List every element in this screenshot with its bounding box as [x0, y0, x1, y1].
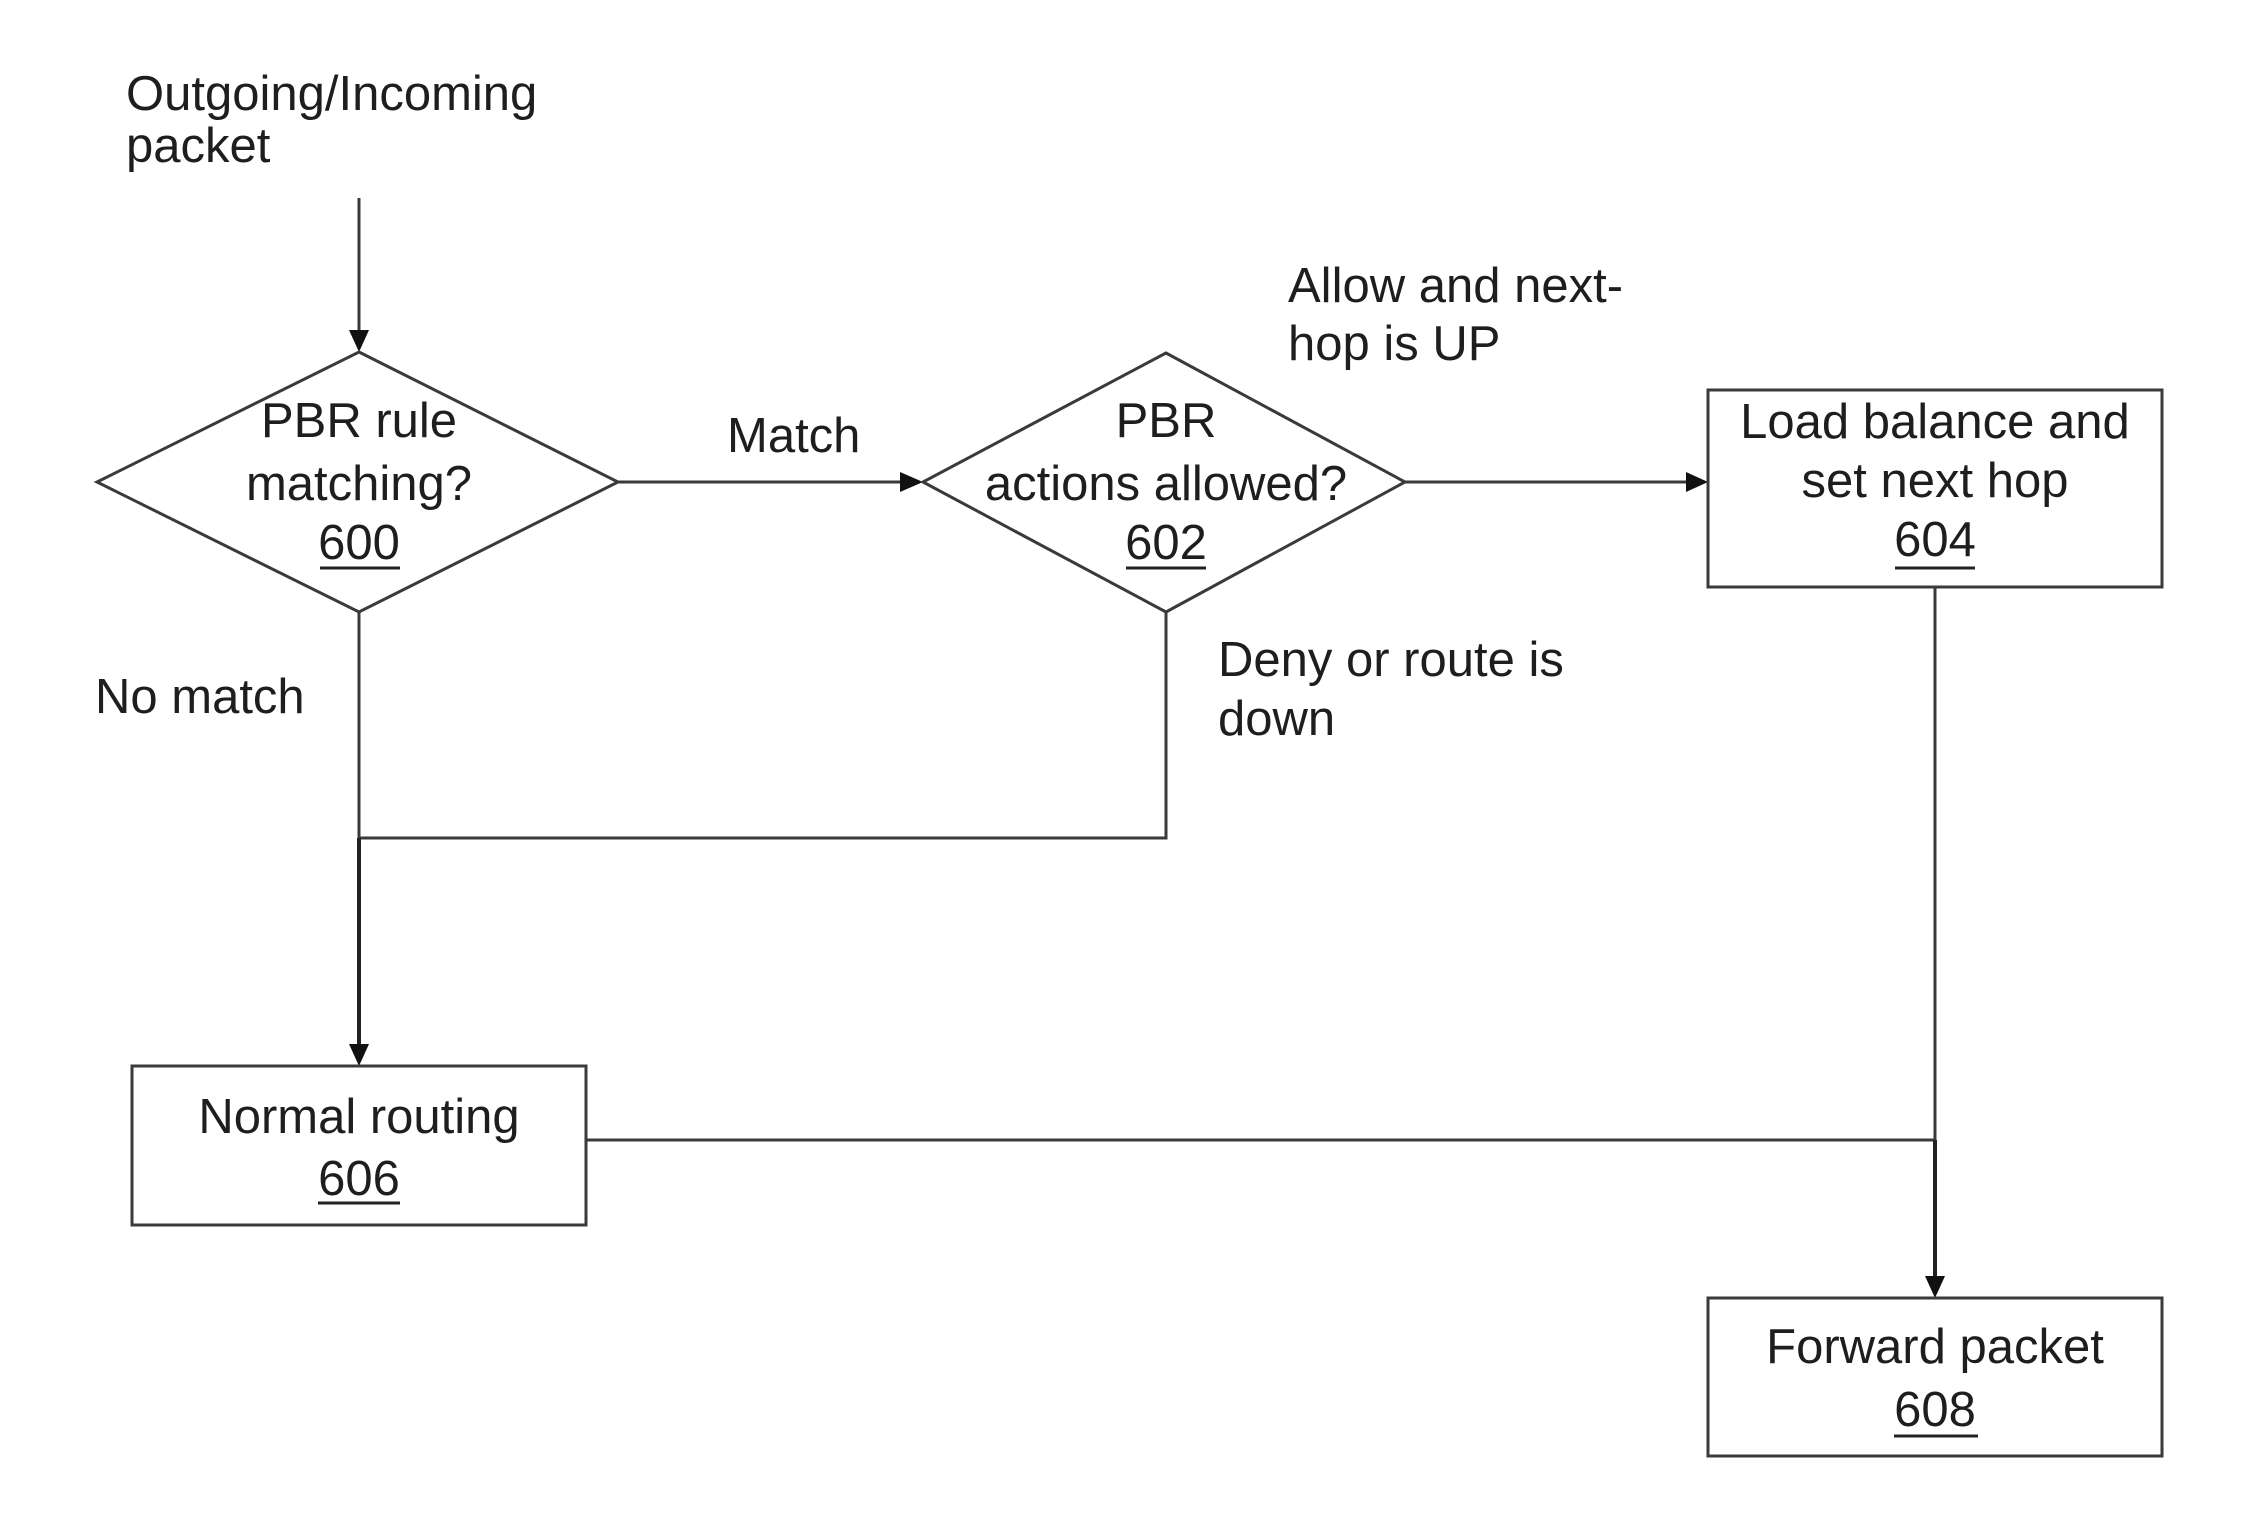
- node-ref-number: 600: [318, 516, 400, 570]
- arrowhead-right-icon: [900, 472, 923, 492]
- flowchart-canvas: Outgoing/Incoming packet PBR rule matchi…: [93, 67, 2164, 1458]
- node-ref-number: 604: [1894, 513, 1976, 567]
- edge-label-match: Match: [727, 409, 860, 463]
- node-label-line-1: PBR: [1116, 394, 1217, 448]
- node-label-line-1: Forward packet: [1766, 1320, 2104, 1374]
- edge-label-deny-line-2: down: [1218, 692, 1335, 746]
- edge-label-deny-line-1: Deny or route is: [1218, 633, 1564, 687]
- node-label-line-1: Normal routing: [198, 1090, 519, 1144]
- node-label-line-2: matching?: [246, 457, 472, 511]
- decision-node-600: PBR rule matching? 600: [93, 350, 622, 614]
- node-ref-number: 602: [1125, 516, 1207, 570]
- process-node-606: Normal routing 606: [130, 1064, 588, 1227]
- arrowhead-down-icon: [349, 330, 369, 352]
- edge-602-deny: [359, 612, 1168, 840]
- arrowhead-down-icon: [349, 1044, 369, 1066]
- edge-label-allow-line-1: Allow and next-: [1288, 259, 1623, 313]
- node-ref-number: 606: [318, 1152, 400, 1206]
- node-label-line-1: PBR rule: [261, 394, 457, 448]
- node-ref-number: 608: [1894, 1383, 1976, 1437]
- start-label-line-1: Outgoing/Incoming: [126, 67, 537, 121]
- process-node-608: Forward packet 608: [1706, 1296, 2164, 1458]
- edge-label-allow-line-2: hop is UP: [1288, 317, 1500, 371]
- decision-node-602: PBR actions allowed? 602: [919, 351, 1409, 614]
- process-node-604: Load balance and set next hop 604: [1706, 388, 2164, 589]
- node-label-line-2: set next hop: [1802, 454, 2069, 508]
- node-label-line-1: Load balance and: [1740, 395, 2130, 449]
- arrowhead-right-icon: [1686, 472, 1708, 492]
- arrowhead-down-icon: [1925, 1276, 1945, 1298]
- edge-label-no-match: No match: [95, 670, 305, 724]
- node-label-line-2: actions allowed?: [985, 457, 1347, 511]
- start-label-line-2: packet: [126, 119, 271, 173]
